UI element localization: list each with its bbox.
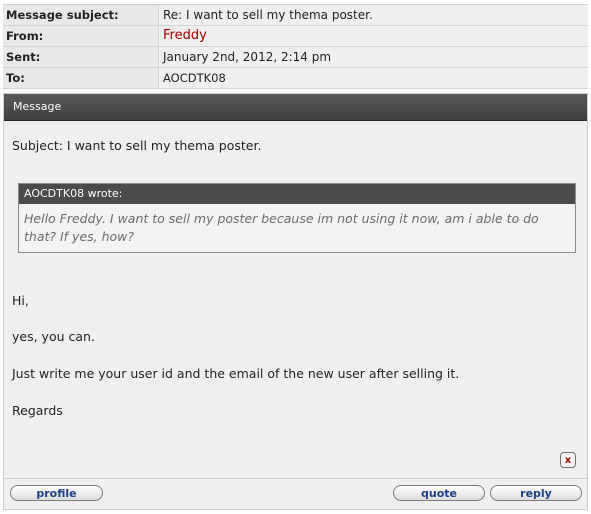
info-row-to: To: AOCDTK08	[3, 68, 588, 89]
message-line-instructions: Just write me your user id and the email…	[12, 366, 460, 381]
message-line-greeting: Hi,	[12, 293, 29, 308]
info-row-from: From: Freddy	[3, 26, 588, 47]
info-row-sent: Sent: January 2nd, 2012, 2:14 pm	[3, 47, 588, 68]
from-author-link[interactable]: Freddy	[159, 26, 588, 46]
to-label: To:	[3, 68, 159, 88]
footer-divider	[4, 478, 587, 479]
message-subject-line: Subject: I want to sell my thema poster.	[12, 138, 262, 153]
message-line-answer: yes, you can.	[12, 329, 95, 344]
quote-button[interactable]: quote	[393, 485, 485, 501]
quote-text: Hello Freddy. I want to sell my poster b…	[24, 211, 539, 244]
sent-value: January 2nd, 2012, 2:14 pm	[159, 47, 588, 67]
info-row-subject: Message subject: Re: I want to sell my t…	[3, 5, 588, 26]
quote-block: AOCDTK08 wrote: Hello Freddy. I want to …	[18, 183, 576, 253]
delete-message-icon[interactable]: x	[560, 452, 576, 468]
message-panel: Message Subject: I want to sell my thema…	[3, 93, 588, 510]
subject-label: Message subject:	[3, 5, 159, 25]
reply-button[interactable]: reply	[490, 485, 582, 501]
from-label: From:	[3, 26, 159, 46]
quote-author: AOCDTK08 wrote:	[19, 184, 575, 204]
message-line-signoff: Regards	[12, 403, 63, 418]
profile-button[interactable]: profile	[10, 485, 103, 501]
message-info-table: Message subject: Re: I want to sell my t…	[3, 4, 588, 89]
message-panel-title: Message	[4, 94, 587, 121]
subject-value: Re: I want to sell my thema poster.	[159, 5, 588, 25]
sent-label: Sent:	[3, 47, 159, 67]
to-value: AOCDTK08	[159, 68, 588, 88]
